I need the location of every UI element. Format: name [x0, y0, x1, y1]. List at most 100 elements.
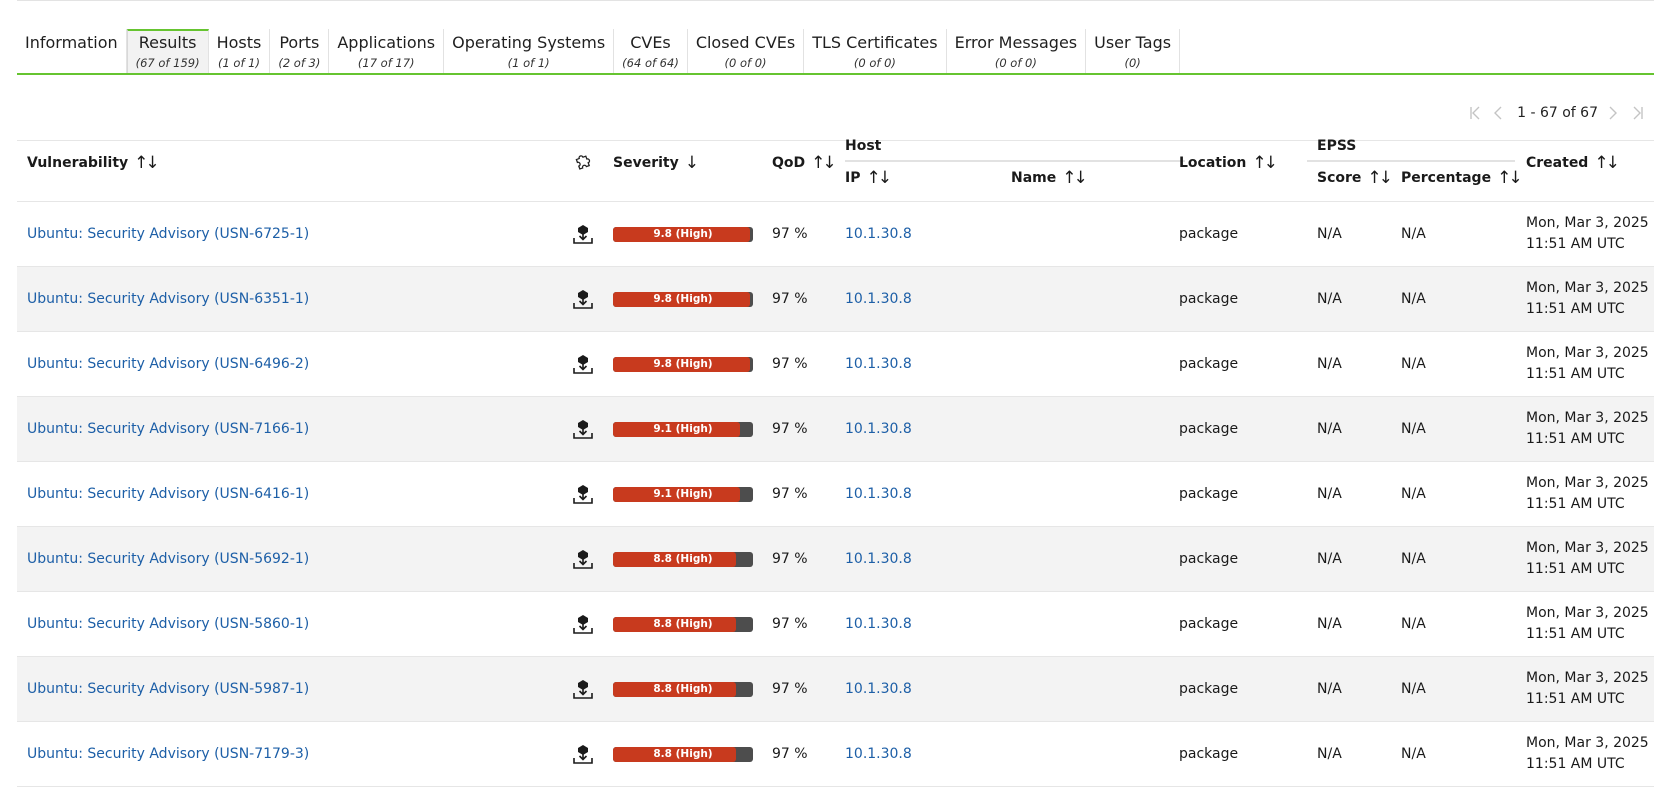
tab-cves[interactable]: CVEs (64 of 64) — [614, 29, 688, 74]
created-time: 11:51 AM UTC — [1526, 366, 1625, 382]
col-label: Severity — [613, 155, 679, 171]
col-group-epss: EPSS — [1317, 138, 1356, 154]
next-page-icon[interactable] — [1608, 106, 1622, 120]
location-value: package — [1179, 551, 1239, 567]
sort-both-icon[interactable]: ↑↓ — [1367, 168, 1392, 188]
vulnerability-link[interactable]: Ubuntu: Security Advisory (USN-7179-3) — [27, 722, 309, 786]
table-row: Ubuntu: Security Advisory (USN-5860-1) 8… — [17, 592, 1654, 657]
severity-bar-track: 8.8 (High) — [613, 551, 753, 567]
col-label: Host — [845, 138, 882, 154]
host-ip-link[interactable]: 10.1.30.8 — [845, 267, 912, 331]
host-ip-link[interactable]: 10.1.30.8 — [845, 462, 912, 526]
epss-score: N/A — [1317, 746, 1342, 762]
col-label: Score — [1317, 170, 1362, 186]
col-created[interactable]: Created ↑↓ — [1526, 153, 1620, 173]
tab-count: (2 of 3) — [278, 56, 321, 70]
vulnerability-link[interactable]: Ubuntu: Security Advisory (USN-5987-1) — [27, 657, 309, 721]
sort-both-icon[interactable]: ↑↓ — [1594, 153, 1619, 173]
created-date: Mon, Mar 3, 2025 — [1526, 540, 1649, 556]
sort-both-icon[interactable]: ↑↓ — [1497, 168, 1522, 188]
severity-bar: 8.8 (High) — [613, 722, 753, 786]
vulnerability-link[interactable]: Ubuntu: Security Advisory (USN-6416-1) — [27, 462, 309, 526]
severity-bar-track: 9.8 (High) — [613, 226, 753, 242]
severity-bar-track: 9.8 (High) — [613, 356, 753, 372]
vulnerability-link[interactable]: Ubuntu: Security Advisory (USN-6725-1) — [27, 202, 309, 266]
download-package-icon — [572, 657, 594, 721]
sort-both-icon[interactable]: ↑↓ — [134, 153, 159, 173]
created-time: 11:51 AM UTC — [1526, 301, 1625, 317]
sort-down-icon[interactable]: ↓ — [685, 153, 699, 173]
table-row: Ubuntu: Security Advisory (USN-6496-2) 9… — [17, 332, 1654, 397]
severity-label: 9.8 (High) — [653, 357, 713, 370]
tab-label: CVEs — [630, 33, 671, 52]
severity-bar: 9.8 (High) — [613, 267, 753, 331]
tab-count: (17 of 17) — [357, 56, 415, 70]
tab-closed-cves[interactable]: Closed CVEs (0 of 0) — [688, 29, 805, 74]
col-score[interactable]: Score ↑↓ — [1317, 168, 1393, 188]
tab-count: (0 of 0) — [724, 56, 767, 70]
host-ip-link[interactable]: 10.1.30.8 — [845, 397, 912, 461]
host-ip-link[interactable]: 10.1.30.8 — [845, 657, 912, 721]
qod-value: 97 % — [772, 291, 808, 307]
tab-count: (64 of 64) — [622, 56, 679, 70]
last-page-icon[interactable] — [1632, 106, 1646, 120]
sort-both-icon[interactable]: ↑↓ — [866, 168, 891, 188]
tab-label: Information — [25, 33, 118, 52]
col-ip[interactable]: IP ↑↓ — [845, 168, 892, 188]
epss-group-divider — [1307, 160, 1515, 162]
tab-ports[interactable]: Ports (2 of 3) — [270, 29, 330, 74]
vulnerability-link[interactable]: Ubuntu: Security Advisory (USN-7166-1) — [27, 397, 309, 461]
tab-operating-systems[interactable]: Operating Systems (1 of 1) — [444, 29, 615, 74]
tab-tls-certificates[interactable]: TLS Certificates (0 of 0) — [804, 29, 947, 74]
first-page-icon[interactable] — [1469, 106, 1483, 120]
host-ip-link[interactable]: 10.1.30.8 — [845, 722, 912, 786]
severity-bar: 8.8 (High) — [613, 592, 753, 656]
tab-label: Hosts — [216, 33, 262, 52]
tab-information[interactable]: Information — [17, 29, 127, 74]
sort-both-icon[interactable]: ↑↓ — [1062, 168, 1087, 188]
col-percentage[interactable]: Percentage ↑↓ — [1401, 168, 1523, 188]
epss-score: N/A — [1317, 616, 1342, 632]
epss-percentage: N/A — [1401, 421, 1426, 437]
tab-results[interactable]: Results (67 of 159) — [126, 29, 209, 74]
severity-bar-track: 8.8 (High) — [613, 616, 753, 632]
created-time: 11:51 AM UTC — [1526, 561, 1625, 577]
tab-count: (0 of 0) — [853, 56, 896, 70]
created-value: Mon, Mar 3, 2025 11:51 AM UTC — [1526, 397, 1649, 461]
col-vulnerability[interactable]: Vulnerability ↑↓ — [27, 153, 160, 173]
host-ip-link[interactable]: 10.1.30.8 — [845, 202, 912, 266]
qod-value: 97 % — [772, 421, 808, 437]
tab-applications[interactable]: Applications (17 of 17) — [329, 29, 445, 74]
col-location[interactable]: Location ↑↓ — [1179, 153, 1278, 173]
tab-error-messages[interactable]: Error Messages (0 of 0) — [947, 29, 1087, 74]
tab-label: Ports — [279, 33, 320, 52]
download-package-icon — [572, 202, 594, 266]
download-package-icon — [572, 267, 594, 331]
epss-percentage: N/A — [1401, 226, 1426, 242]
created-value: Mon, Mar 3, 2025 11:51 AM UTC — [1526, 592, 1649, 656]
sort-both-icon[interactable]: ↑↓ — [811, 153, 836, 173]
vulnerability-link[interactable]: Ubuntu: Security Advisory (USN-5860-1) — [27, 592, 309, 656]
epss-percentage: N/A — [1401, 616, 1426, 632]
created-date: Mon, Mar 3, 2025 — [1526, 345, 1649, 361]
epss-percentage: N/A — [1401, 746, 1426, 762]
vulnerability-link[interactable]: Ubuntu: Security Advisory (USN-5692-1) — [27, 527, 309, 591]
vulnerability-link[interactable]: Ubuntu: Security Advisory (USN-6496-2) — [27, 332, 309, 396]
host-ip-link[interactable]: 10.1.30.8 — [845, 332, 912, 396]
tab-user-tags[interactable]: User Tags (0) — [1086, 29, 1181, 74]
location-value: package — [1179, 746, 1239, 762]
col-severity[interactable]: Severity ↓ — [613, 153, 699, 173]
puzzle-icon — [574, 150, 594, 170]
host-ip-link[interactable]: 10.1.30.8 — [845, 527, 912, 591]
tab-hosts[interactable]: Hosts (1 of 1) — [209, 29, 271, 74]
previous-page-icon[interactable] — [1493, 106, 1507, 120]
sort-both-icon[interactable]: ↑↓ — [1252, 153, 1277, 173]
vulnerability-link[interactable]: Ubuntu: Security Advisory (USN-6351-1) — [27, 267, 309, 331]
col-name[interactable]: Name ↑↓ — [1011, 168, 1088, 188]
host-ip-link[interactable]: 10.1.30.8 — [845, 592, 912, 656]
col-qod[interactable]: QoD ↑↓ — [772, 153, 837, 173]
location-value: package — [1179, 356, 1239, 372]
created-date: Mon, Mar 3, 2025 — [1526, 215, 1649, 231]
tabs-underline — [17, 73, 1654, 75]
location-value: package — [1179, 486, 1239, 502]
